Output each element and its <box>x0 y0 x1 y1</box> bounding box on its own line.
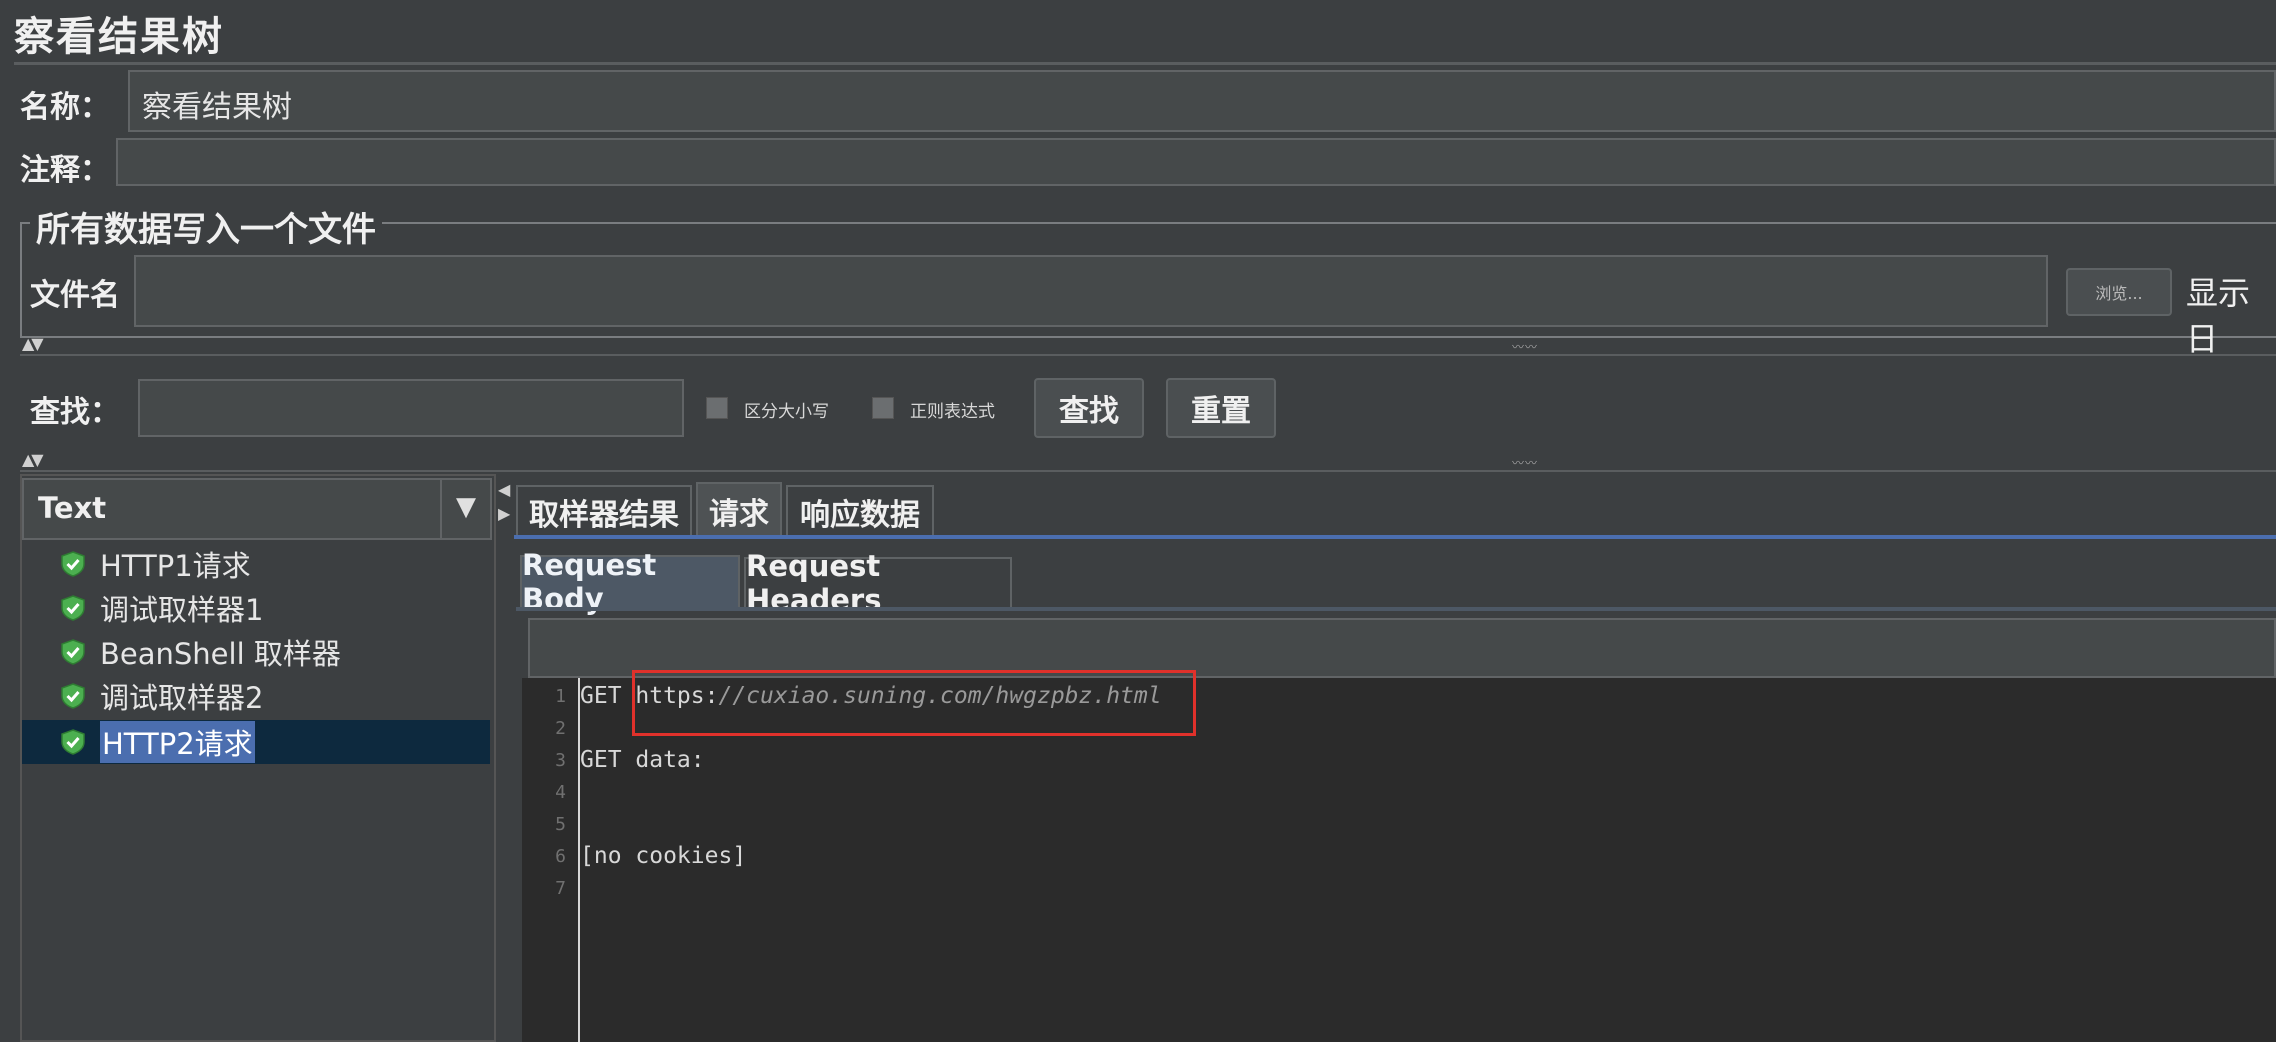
success-shield-icon <box>61 639 85 665</box>
tree-item-label: HTTP2请求 <box>100 721 255 763</box>
tree-item[interactable]: 调试取样器2 <box>60 676 263 716</box>
code-method: GET <box>580 683 636 709</box>
regex-checkbox[interactable] <box>872 397 894 419</box>
renderer-select-value: Text <box>38 491 107 525</box>
vertical-splitter[interactable]: ◀ ▶ <box>496 474 510 1042</box>
success-shield-icon <box>61 683 85 709</box>
line-number: 6 <box>555 846 566 867</box>
subtab-request-headers[interactable]: Request Headers <box>744 549 1012 617</box>
regex-label: 正则表达式 <box>910 402 995 422</box>
line-number: 1 <box>555 686 566 707</box>
comment-field[interactable] <box>116 138 2276 186</box>
success-shield-icon <box>61 729 85 755</box>
splitter-right-arrow-icon[interactable]: ▶ <box>498 504 510 523</box>
name-label: 名称： <box>20 90 110 125</box>
search-label: 查找： <box>30 395 120 430</box>
tree-item[interactable]: 调试取样器1 <box>60 588 263 628</box>
comment-label: 注释： <box>20 153 110 188</box>
splitter-left-arrow-icon[interactable]: ◀ <box>498 480 510 499</box>
browse-button[interactable]: 浏览... <box>2066 268 2172 316</box>
case-sensitive-checkbox[interactable] <box>706 397 728 419</box>
file-group-title: 所有数据写入一个文件 <box>30 202 382 251</box>
filename-input[interactable] <box>134 255 2048 327</box>
line-number: 5 <box>555 814 566 835</box>
title-divider <box>14 62 2276 65</box>
panel-divider <box>20 470 2276 472</box>
line-number: 3 <box>555 750 566 771</box>
window-title: 察看结果树 <box>14 13 224 60</box>
url-highlight-box <box>632 670 1196 736</box>
tab-sampler-result[interactable]: 取样器结果 <box>516 485 692 537</box>
tab-underline <box>514 535 2276 539</box>
tree-item-label: HTTP1请求 <box>100 549 251 583</box>
editor-search-bar[interactable] <box>528 618 2276 678</box>
tree-item-label: BeanShell 取样器 <box>100 637 341 671</box>
chevron-down-icon: ▼ <box>456 492 476 522</box>
show-log-label: 显示日 <box>2186 274 2251 358</box>
name-field[interactable]: 察看结果树 <box>128 70 2276 132</box>
reset-button[interactable]: 重置 <box>1166 378 1276 438</box>
collapse-arrows-icon[interactable]: ▲▼ <box>22 334 44 353</box>
splitter-grip-icon[interactable]: 〰〰 <box>1512 338 1538 355</box>
code-line-6: [no cookies] <box>580 843 747 869</box>
success-shield-icon <box>61 551 85 577</box>
subtab-request-body[interactable]: Request Body <box>520 548 740 616</box>
line-number: 7 <box>555 878 566 899</box>
code-line-3: GET data: <box>580 747 705 773</box>
line-number: 4 <box>555 782 566 803</box>
tree-item-selected[interactable]: HTTP2请求 <box>60 721 255 763</box>
tab-request[interactable]: 请求 <box>696 482 782 537</box>
case-sensitive-label: 区分大小写 <box>744 402 829 422</box>
tree-item[interactable]: BeanShell 取样器 <box>60 632 341 672</box>
find-button[interactable]: 查找 <box>1034 378 1144 438</box>
tree-item[interactable]: HTTP1请求 <box>60 544 251 584</box>
success-shield-icon <box>61 595 85 621</box>
collapse-arrows-icon[interactable]: ▲▼ <box>22 450 44 469</box>
tree-item-label: 调试取样器1 <box>100 593 264 627</box>
splitter-grip-icon[interactable]: 〰〰 <box>1512 454 1538 471</box>
search-input[interactable] <box>138 379 684 437</box>
line-number: 2 <box>555 718 566 739</box>
subtab-underline <box>516 607 2276 611</box>
tree-item-label: 调试取样器2 <box>100 681 264 715</box>
tab-response-data[interactable]: 响应数据 <box>786 485 934 537</box>
panel-divider <box>20 354 2276 356</box>
filename-label: 文件名 <box>30 278 120 313</box>
